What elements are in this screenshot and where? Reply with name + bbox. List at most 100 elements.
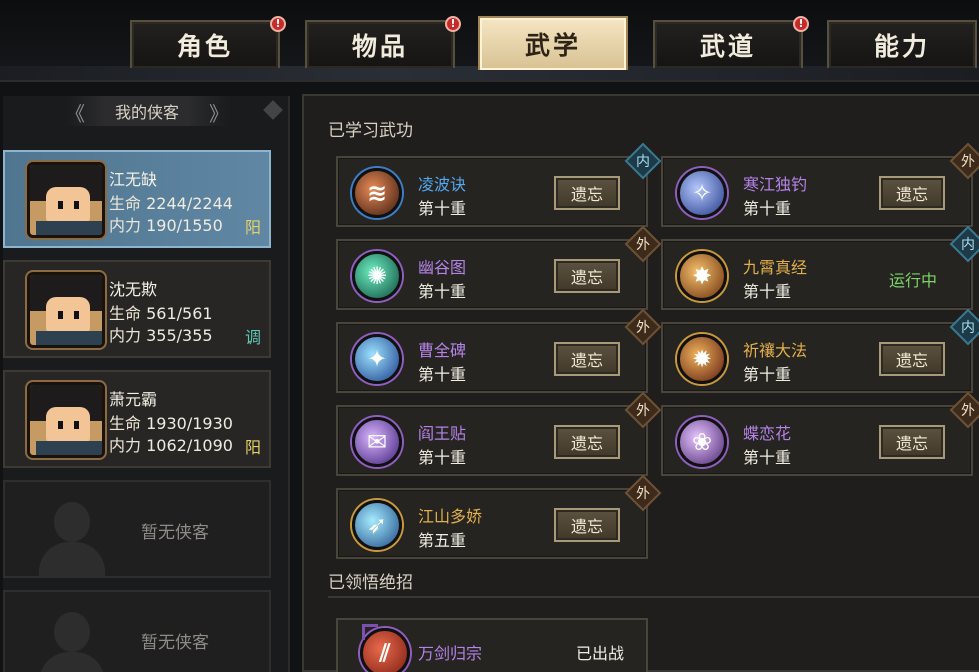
skill-card[interactable]: ≋ 凌波诀 第十重 遗忘内 [336, 142, 662, 227]
skill-type-label: 外 [636, 486, 650, 502]
hero-attribute-tag: 调 [244, 328, 261, 347]
skill-level: 第十重 [418, 448, 467, 467]
skill-level: 第十重 [743, 448, 792, 467]
forget-button[interactable]: 遗忘 [554, 259, 620, 293]
skill-level: 第十重 [418, 199, 467, 218]
tab-label: 武道 [699, 32, 756, 61]
chevron-right-icon[interactable]: 》 [209, 98, 229, 127]
roster-title-bar: 《 我的侠客 》 [65, 96, 229, 126]
frame-corner-icon [362, 624, 378, 640]
tab-1[interactable]: 物品! [305, 16, 461, 68]
skill-name: 祈禳大法 [743, 341, 808, 360]
ultimate-card[interactable]: ⫽ 万剑归宗 已出战 [336, 618, 648, 672]
diamond-icon [263, 100, 283, 120]
skill-type-badge: 外 [624, 391, 662, 429]
skill-icon: ✺ [352, 251, 402, 301]
forget-button[interactable]: 遗忘 [554, 342, 620, 376]
hero-roster-panel: 《 我的侠客 》 江无缺 生命 2244/2244 内力 190/1550 阳沈无欺生… [3, 96, 290, 672]
hero-portrait [27, 162, 105, 238]
skill-type-badge: 外 [624, 225, 662, 263]
forget-button[interactable]: 遗忘 [554, 508, 620, 542]
alert-badge-icon: ! [793, 16, 809, 32]
skill-name: 蝶恋花 [743, 424, 792, 443]
forget-button[interactable]: 遗忘 [554, 425, 620, 459]
skill-type-label: 外 [636, 320, 650, 336]
skill-icon: ✦ [352, 334, 402, 384]
skill-type-label: 内 [961, 320, 975, 336]
hero-card[interactable]: 江无缺 生命 2244/2244 内力 190/1550 阳 [3, 150, 271, 248]
hero-hp: 生命 561/561 [109, 300, 213, 324]
hp-value: 561/561 [146, 304, 213, 323]
skill-type-label: 外 [636, 237, 650, 253]
mp-label: 内力 [109, 216, 142, 235]
tab-2[interactable]: 武学 [478, 16, 628, 70]
hero-card[interactable]: 萧元霸 生命 1930/1930 内力 1062/1090 阳 [3, 370, 271, 468]
skill-level: 第十重 [743, 199, 792, 218]
skill-icon: ❀ [677, 417, 727, 467]
hero-name: 江无缺 [109, 170, 158, 189]
skill-type-badge: 内 [949, 308, 979, 346]
skill-icon: ≋ [352, 168, 402, 218]
skill-icon: ✹ [677, 334, 727, 384]
hero-attribute-tag: 阳 [244, 218, 261, 237]
skill-card[interactable]: ✺ 幽谷图第十重 遗忘外 [336, 225, 662, 310]
tab-label: 物品 [351, 32, 408, 61]
roster-title: 我的侠客 [114, 103, 179, 122]
tab-label: 能力 [873, 32, 930, 61]
hero-portrait [27, 382, 105, 458]
skill-level: 第十重 [743, 365, 792, 384]
hero-hp: 生命 2244/2244 [109, 190, 233, 214]
skill-type-badge: 外 [949, 391, 979, 429]
hero-name: 沈无欺 [109, 280, 158, 299]
skill-card[interactable]: ❀ 蝶恋花第十重 遗忘外 [661, 391, 979, 476]
skill-type-label: 内 [961, 237, 975, 253]
skill-card[interactable]: ✉ 阎王贴第十重 遗忘外 [336, 391, 662, 476]
tab-3[interactable]: 武道! [653, 16, 809, 68]
empty-hero-slot[interactable]: 暂无侠客 [3, 590, 271, 672]
forget-button[interactable]: 遗忘 [879, 425, 945, 459]
hero-card[interactable]: 沈无欺 生命 561/561 内力 355/355 调 [3, 260, 271, 358]
skill-level: 第十重 [418, 365, 467, 384]
forget-button[interactable]: 遗忘 [879, 342, 945, 376]
empty-avatar-icon [27, 494, 117, 576]
tab-label: 角色 [176, 32, 233, 61]
skill-card[interactable]: ➶ 江山多娇 第五重 遗忘外 [336, 474, 662, 559]
skill-card[interactable]: ✧ 寒江独钓第十重 遗忘外 [661, 142, 979, 227]
skill-level: 第十重 [418, 282, 467, 301]
forget-button[interactable]: 遗忘 [554, 176, 620, 210]
learned-skills-title: 已学习武功 [328, 121, 413, 141]
skill-icon: ➶ [352, 500, 402, 550]
skill-card[interactable]: ✸ 九霄真经 第十重 运行中 内 [661, 225, 979, 310]
skill-type-badge: 内 [949, 225, 979, 263]
skill-type-badge: 外 [624, 308, 662, 346]
skill-type-label: 外 [636, 403, 650, 419]
hero-mp: 内力 190/1550 [109, 212, 223, 236]
hp-value: 1930/1930 [146, 414, 233, 433]
hp-label: 生命 [109, 414, 142, 433]
hero-mp: 内力 355/355 [109, 322, 213, 346]
empty-hero-slot[interactable]: 暂无侠客 [3, 480, 271, 578]
tab-4[interactable]: 能力 [827, 20, 977, 68]
mp-value: 1062/1090 [146, 436, 233, 455]
skill-name: 阎王贴 [418, 424, 467, 443]
skill-name: 幽谷图 [418, 258, 467, 277]
mp-label: 内力 [109, 326, 142, 345]
tab-0[interactable]: 角色! [130, 16, 286, 68]
skills-panel: 已学习武功 ≋ 凌波诀 第十重 遗忘内 ✧ 寒江独钓 第十重 遗忘外 ✺ 幽谷图 第十重 遗忘外 ✸ 九霄… [302, 94, 979, 672]
skill-name: 江山多娇 [418, 507, 483, 526]
skill-icon: ✸ [677, 251, 727, 301]
skill-card[interactable]: ✦ 曹全碑第十重 遗忘外 [336, 308, 662, 393]
mp-value: 190/1550 [146, 216, 223, 235]
alert-badge-icon: ! [445, 16, 461, 32]
skill-icon: ✧ [677, 168, 727, 218]
skill-name: 曹全碑 [418, 341, 467, 360]
forget-button[interactable]: 遗忘 [879, 176, 945, 210]
skill-type-badge: 外 [949, 142, 979, 180]
skill-icon: ✉ [352, 417, 402, 467]
chevron-left-icon[interactable]: 《 [65, 98, 85, 127]
skill-card[interactable]: ✹ 祈禳大法第十重 遗忘内 [661, 308, 979, 393]
ultimate-status: 已出战 [576, 644, 625, 663]
hero-mp: 内力 1062/1090 [109, 432, 233, 456]
skill-name: 寒江独钓 [743, 175, 808, 194]
mp-value: 355/355 [146, 326, 213, 345]
